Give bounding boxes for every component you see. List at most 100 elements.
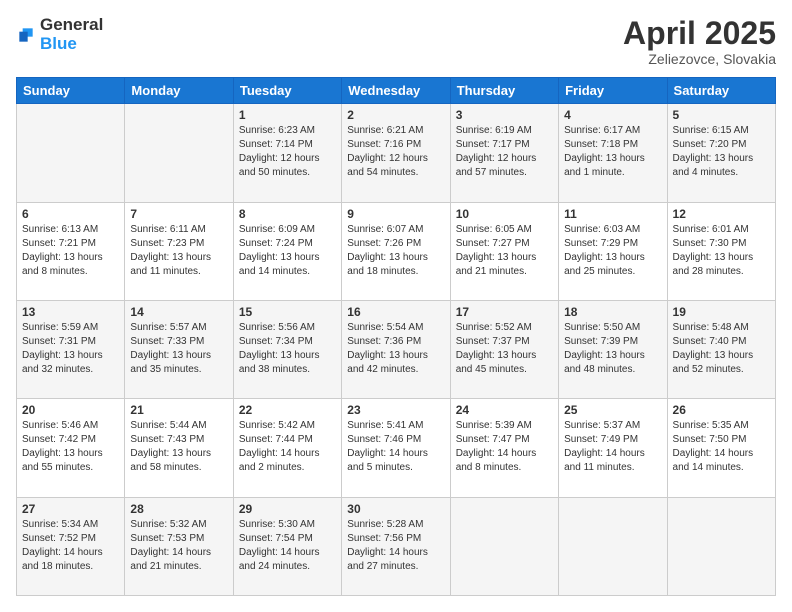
table-row: 5 Sunrise: 6:15 AM Sunset: 7:20 PM Daylig… [667, 104, 775, 202]
day-number: 30 [347, 502, 444, 516]
table-row: 26 Sunrise: 5:35 AM Sunset: 7:50 PM Dayli… [667, 399, 775, 497]
table-row: 20 Sunrise: 5:46 AM Sunset: 7:42 PM Dayli… [17, 399, 125, 497]
day-info: Sunrise: 5:46 AM Sunset: 7:42 PM Dayligh… [22, 419, 119, 475]
table-row [125, 104, 233, 202]
table-row: 3 Sunrise: 6:19 AM Sunset: 7:17 PM Daylig… [450, 104, 558, 202]
table-row: 13Sunrise: 5:59 AM Sunset: 7:31 PM Dayli… [17, 300, 125, 398]
table-row: 21 Sunrise: 5:44 AM Sunset: 7:43 PM Dayli… [125, 399, 233, 497]
table-row: 16Sunrise: 5:54 AM Sunset: 7:36 PM Dayli… [342, 300, 450, 398]
day-number: 24 [456, 403, 553, 417]
day-number: 20 [22, 403, 119, 417]
col-saturday: Saturday [667, 78, 775, 104]
day-info: Sunrise: 6:19 AM Sunset: 7:17 PM Dayligh… [456, 124, 553, 180]
table-row: 11 Sunrise: 6:03 AM Sunset: 7:29 PM Dayli… [559, 202, 667, 300]
table-row: 24 Sunrise: 5:39 AM Sunset: 7:47 PM Dayli… [450, 399, 558, 497]
day-info: Sunrise: 5:42 AM Sunset: 7:44 PM Dayligh… [239, 419, 336, 475]
day-info: Sunrise: 5:34 AM Sunset: 7:52 PM Dayligh… [22, 518, 119, 574]
title-area: April 2025 Zeliezovce, Slovakia [623, 16, 776, 67]
day-number: 6 [22, 207, 119, 221]
day-number: 17 [456, 305, 553, 319]
col-sunday: Sunday [17, 78, 125, 104]
page: General Blue April 2025 Zeliezovce, Slov… [0, 0, 792, 612]
logo-icon [16, 25, 36, 45]
table-row: 28 Sunrise: 5:32 AM Sunset: 7:53 PM Dayli… [125, 497, 233, 595]
table-row [450, 497, 558, 595]
calendar-week-row: 20 Sunrise: 5:46 AM Sunset: 7:42 PM Dayli… [17, 399, 776, 497]
day-number: 10 [456, 207, 553, 221]
calendar-week-row: 1Sunrise: 6:23 AM Sunset: 7:14 PM Daylig… [17, 104, 776, 202]
day-number: 25 [564, 403, 661, 417]
table-row: 12 Sunrise: 6:01 AM Sunset: 7:30 PM Dayli… [667, 202, 775, 300]
calendar-week-row: 6Sunrise: 6:13 AM Sunset: 7:21 PM Daylig… [17, 202, 776, 300]
day-number: 11 [564, 207, 661, 221]
day-info: Sunrise: 5:41 AM Sunset: 7:46 PM Dayligh… [347, 419, 444, 475]
col-friday: Friday [559, 78, 667, 104]
day-number: 26 [673, 403, 770, 417]
calendar-week-row: 27 Sunrise: 5:34 AM Sunset: 7:52 PM Dayli… [17, 497, 776, 595]
table-row: 29 Sunrise: 5:30 AM Sunset: 7:54 PM Dayli… [233, 497, 341, 595]
table-row [667, 497, 775, 595]
day-number: 8 [239, 207, 336, 221]
table-row: 30Sunrise: 5:28 AM Sunset: 7:56 PM Dayli… [342, 497, 450, 595]
day-info: Sunrise: 6:09 AM Sunset: 7:24 PM Dayligh… [239, 223, 336, 279]
weekday-header-row: Sunday Monday Tuesday Wednesday Thursday… [17, 78, 776, 104]
day-info: Sunrise: 5:50 AM Sunset: 7:39 PM Dayligh… [564, 321, 661, 377]
table-row: 25 Sunrise: 5:37 AM Sunset: 7:49 PM Dayli… [559, 399, 667, 497]
day-number: 7 [130, 207, 227, 221]
day-info: Sunrise: 6:05 AM Sunset: 7:27 PM Dayligh… [456, 223, 553, 279]
day-info: Sunrise: 6:21 AM Sunset: 7:16 PM Dayligh… [347, 124, 444, 180]
table-row: 22 Sunrise: 5:42 AM Sunset: 7:44 PM Dayli… [233, 399, 341, 497]
table-row: 17 Sunrise: 5:52 AM Sunset: 7:37 PM Dayli… [450, 300, 558, 398]
day-number: 12 [673, 207, 770, 221]
day-number: 28 [130, 502, 227, 516]
day-number: 4 [564, 108, 661, 122]
day-number: 13 [22, 305, 119, 319]
day-number: 2 [347, 108, 444, 122]
month-title: April 2025 [623, 16, 776, 51]
table-row: 8 Sunrise: 6:09 AM Sunset: 7:24 PM Daylig… [233, 202, 341, 300]
day-info: Sunrise: 6:15 AM Sunset: 7:20 PM Dayligh… [673, 124, 770, 180]
day-info: Sunrise: 6:23 AM Sunset: 7:14 PM Dayligh… [239, 124, 336, 180]
day-info: Sunrise: 5:48 AM Sunset: 7:40 PM Dayligh… [673, 321, 770, 377]
day-info: Sunrise: 5:35 AM Sunset: 7:50 PM Dayligh… [673, 419, 770, 475]
table-row [559, 497, 667, 595]
col-monday: Monday [125, 78, 233, 104]
table-row [17, 104, 125, 202]
day-number: 3 [456, 108, 553, 122]
day-number: 22 [239, 403, 336, 417]
day-info: Sunrise: 6:03 AM Sunset: 7:29 PM Dayligh… [564, 223, 661, 279]
table-row: 18 Sunrise: 5:50 AM Sunset: 7:39 PM Dayli… [559, 300, 667, 398]
table-row: 6Sunrise: 6:13 AM Sunset: 7:21 PM Daylig… [17, 202, 125, 300]
day-info: Sunrise: 5:44 AM Sunset: 7:43 PM Dayligh… [130, 419, 227, 475]
day-info: Sunrise: 5:39 AM Sunset: 7:47 PM Dayligh… [456, 419, 553, 475]
col-tuesday: Tuesday [233, 78, 341, 104]
logo-text: General Blue [40, 16, 103, 53]
day-info: Sunrise: 5:32 AM Sunset: 7:53 PM Dayligh… [130, 518, 227, 574]
day-number: 19 [673, 305, 770, 319]
col-thursday: Thursday [450, 78, 558, 104]
day-info: Sunrise: 5:52 AM Sunset: 7:37 PM Dayligh… [456, 321, 553, 377]
table-row: 7 Sunrise: 6:11 AM Sunset: 7:23 PM Daylig… [125, 202, 233, 300]
day-info: Sunrise: 6:11 AM Sunset: 7:23 PM Dayligh… [130, 223, 227, 279]
day-number: 9 [347, 207, 444, 221]
table-row: 2 Sunrise: 6:21 AM Sunset: 7:16 PM Daylig… [342, 104, 450, 202]
table-row: 9 Sunrise: 6:07 AM Sunset: 7:26 PM Daylig… [342, 202, 450, 300]
day-info: Sunrise: 5:30 AM Sunset: 7:54 PM Dayligh… [239, 518, 336, 574]
day-number: 5 [673, 108, 770, 122]
day-number: 18 [564, 305, 661, 319]
day-info: Sunrise: 5:37 AM Sunset: 7:49 PM Dayligh… [564, 419, 661, 475]
day-number: 27 [22, 502, 119, 516]
logo: General Blue [16, 16, 103, 53]
day-number: 15 [239, 305, 336, 319]
day-info: Sunrise: 6:01 AM Sunset: 7:30 PM Dayligh… [673, 223, 770, 279]
day-number: 21 [130, 403, 227, 417]
day-number: 23 [347, 403, 444, 417]
table-row: 27 Sunrise: 5:34 AM Sunset: 7:52 PM Dayli… [17, 497, 125, 595]
day-number: 29 [239, 502, 336, 516]
table-row: 10 Sunrise: 6:05 AM Sunset: 7:27 PM Dayli… [450, 202, 558, 300]
day-info: Sunrise: 5:56 AM Sunset: 7:34 PM Dayligh… [239, 321, 336, 377]
day-info: Sunrise: 6:07 AM Sunset: 7:26 PM Dayligh… [347, 223, 444, 279]
table-row: 1Sunrise: 6:23 AM Sunset: 7:14 PM Daylig… [233, 104, 341, 202]
calendar-week-row: 13Sunrise: 5:59 AM Sunset: 7:31 PM Dayli… [17, 300, 776, 398]
table-row: 14Sunrise: 5:57 AM Sunset: 7:33 PM Dayli… [125, 300, 233, 398]
